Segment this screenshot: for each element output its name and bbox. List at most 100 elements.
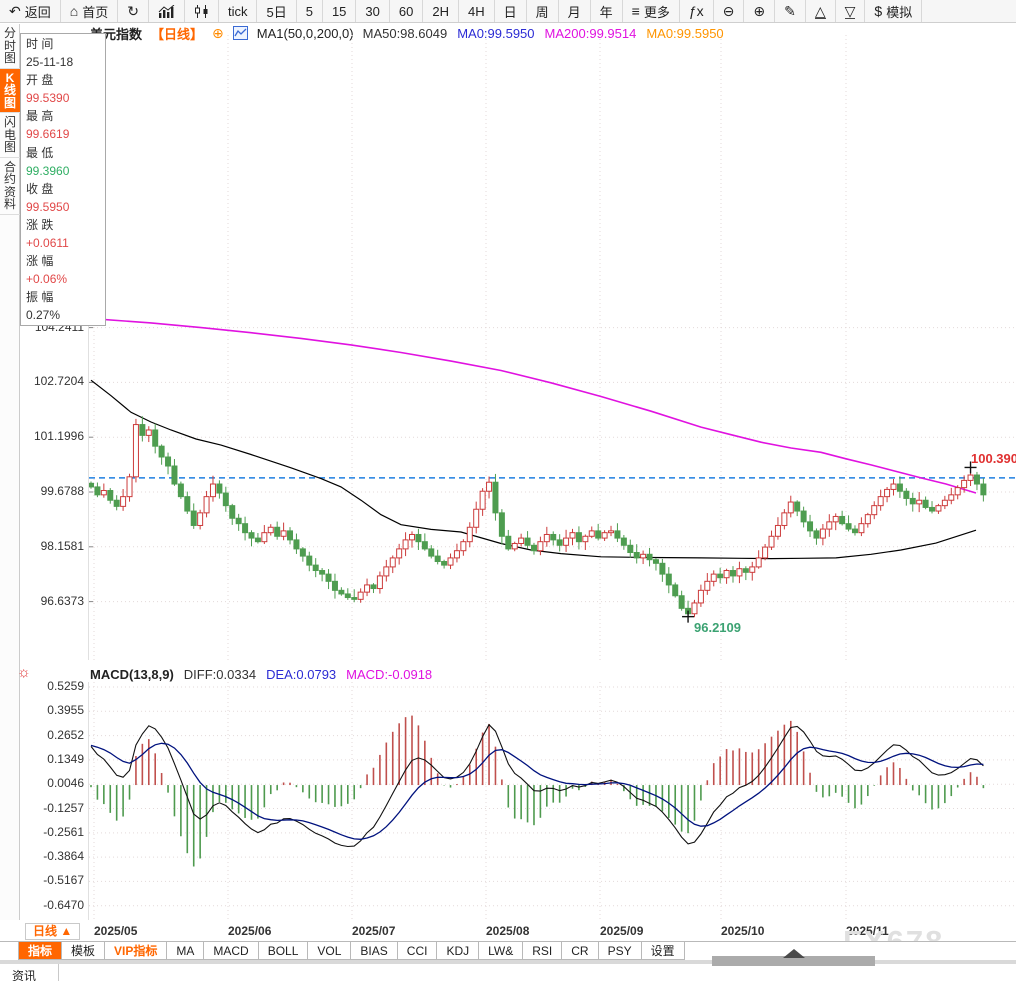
period-year-button[interactable]: 年 [591,0,623,22]
zoom-in-button[interactable]: ⊕ [744,0,775,22]
period-15m-button-label: 15 [332,4,346,19]
back-button-label: 返回 [25,2,51,21]
news-tab[interactable]: 资讯 [12,967,36,981]
price-axis-label: 99.6788 [20,484,84,498]
draw-button[interactable]: ✎ [775,0,806,22]
macd-panel[interactable] [88,682,1016,920]
period-week-button-label: 周 [536,2,549,21]
macd-value: DEA:0.0793 [266,667,336,682]
sidebar-tab-分时图[interactable]: 分时图 [0,24,20,69]
indicator-fx-button[interactable]: ƒx [680,0,714,22]
home-button[interactable]: ⌂首页 [61,0,118,22]
price-axis-label: 96.6373 [20,594,84,608]
zoom-in-icon: ⊕ [753,4,765,18]
indicator-tab-设置[interactable]: 设置 [642,942,685,960]
quote-value: 0.27% [26,306,100,324]
price-marker-label: 100.390 [971,451,1016,466]
indicator-tab-CCI[interactable]: CCI [398,942,438,960]
sidebar-tab-闪电图[interactable]: 闪电图 [0,113,20,158]
period-tick-button[interactable]: tick [219,0,258,22]
footer: 资讯 [0,964,1016,981]
quote-value: 25-11-18 [26,53,100,71]
indicator-tab-KDJ[interactable]: KDJ [437,942,479,960]
footer-divider [58,964,59,981]
quote-value: 99.6619 [26,125,100,143]
indicator-tab-指标[interactable]: 指标 [18,942,62,960]
indicator-tab-VIP指标[interactable]: VIP指标 [105,942,167,960]
refresh-icon: ↻ [127,4,139,18]
quote-label: 收 盘 [26,180,100,198]
indicator-tab-PSY[interactable]: PSY [599,942,642,960]
indicator-settings-icon[interactable]: ☼ [17,664,31,681]
more-button-label: 更多 [644,2,670,21]
dollar-icon: $ [874,4,882,18]
drag-handle[interactable] [712,956,875,966]
period-month-button[interactable]: 月 [559,0,591,22]
period-60m-button[interactable]: 60 [390,0,423,22]
main-chart[interactable] [88,35,1016,660]
drag-handle-arrow-icon [783,949,805,958]
marker-down-button[interactable]: ▽ [836,0,866,22]
candle-chart-button[interactable] [185,0,219,22]
period-5m-button[interactable]: 5 [297,0,323,22]
quote-label: 开 盘 [26,71,100,89]
sim-trade-button[interactable]: $模拟 [865,0,922,22]
period-day-button[interactable]: 日 [495,0,527,22]
period-4h-button[interactable]: 4H [459,0,495,22]
price-axis-label: 98.1581 [20,539,84,553]
zoom-out-button[interactable]: ⊖ [714,0,745,22]
month-label: 2025/05 [94,924,137,938]
indicator-tab-MA[interactable]: MA [167,942,204,960]
period-5d-button[interactable]: 5日 [257,0,296,22]
price-axis-label: 101.1996 [20,429,84,443]
period-week-button[interactable]: 周 [527,0,559,22]
period-30m-button[interactable]: 30 [356,0,389,22]
pencil-icon: ✎ [784,4,796,18]
quote-label: 最 低 [26,144,100,162]
indicator-tab-LW&[interactable]: LW& [479,942,523,960]
macd-values: DIFF:0.0334DEA:0.0793MACD:-0.0918 [184,667,432,682]
triangle-up-icon: △ [815,4,826,19]
back-button[interactable]: ↶ 返回 [0,0,61,22]
month-label: 2025/06 [228,924,271,938]
period-2h-button-label: 2H [432,4,449,19]
period-selector-button[interactable]: 日线 ▲ [25,923,80,940]
price-axis-label: 102.7204 [20,374,84,388]
marker-up-button[interactable]: △ [806,0,836,22]
indicator-tab-RSI[interactable]: RSI [523,942,562,960]
period-2h-button[interactable]: 2H [423,0,459,22]
low-marker-label: 96.2109 [694,620,741,635]
indicator-tab-CR[interactable]: CR [562,942,598,960]
period-15m-button[interactable]: 15 [323,0,356,22]
menu-icon: ≡ [632,4,640,18]
period-day-button-label: 日 [504,2,517,21]
quote-label: 时 间 [26,35,100,53]
period-30m-button-label: 30 [365,4,379,19]
macd-header: MACD(13,8,9) DIFF:0.0334DEA:0.0793MACD:-… [90,667,432,682]
macd-axis-label: -0.3864 [20,849,84,863]
macd-axis-label: 0.3955 [20,703,84,717]
bars-icon [158,5,175,18]
app-root: ↶返回⌂首页↻tick5日51530602H4H日周月年≡更多ƒx⊖⊕✎△▽$模… [0,0,1016,981]
period-year-button-label: 年 [600,2,613,21]
macd-axis-label: 0.5259 [20,679,84,693]
period-5d-button-label: 5日 [266,2,286,21]
macd-axis-label: 0.1349 [20,752,84,766]
quote-label: 最 高 [26,107,100,125]
candlestick-canvas[interactable] [89,35,1016,660]
sidebar-tab-合约资料[interactable]: 合约资料 [0,158,20,215]
refresh-button[interactable]: ↻ [118,0,149,22]
indicator-tab-BOLL[interactable]: BOLL [259,942,309,960]
left-sidebar: 分时图K线图闪电图合约资料 [0,24,20,920]
back-icon: ↶ [9,4,21,18]
indicator-tab-MACD[interactable]: MACD [204,942,258,960]
more-button[interactable]: ≡ 更多 [623,0,680,22]
indicator-tab-模板[interactable]: 模板 [62,942,105,960]
fx-icon: ƒx [689,4,704,18]
macd-value: DIFF:0.0334 [184,667,256,682]
line-chart-button[interactable] [149,0,185,22]
indicator-tab-BIAS[interactable]: BIAS [351,942,397,960]
macd-canvas[interactable] [89,682,1016,920]
sidebar-tab-K线图[interactable]: K线图 [0,69,20,114]
indicator-tab-VOL[interactable]: VOL [308,942,351,960]
